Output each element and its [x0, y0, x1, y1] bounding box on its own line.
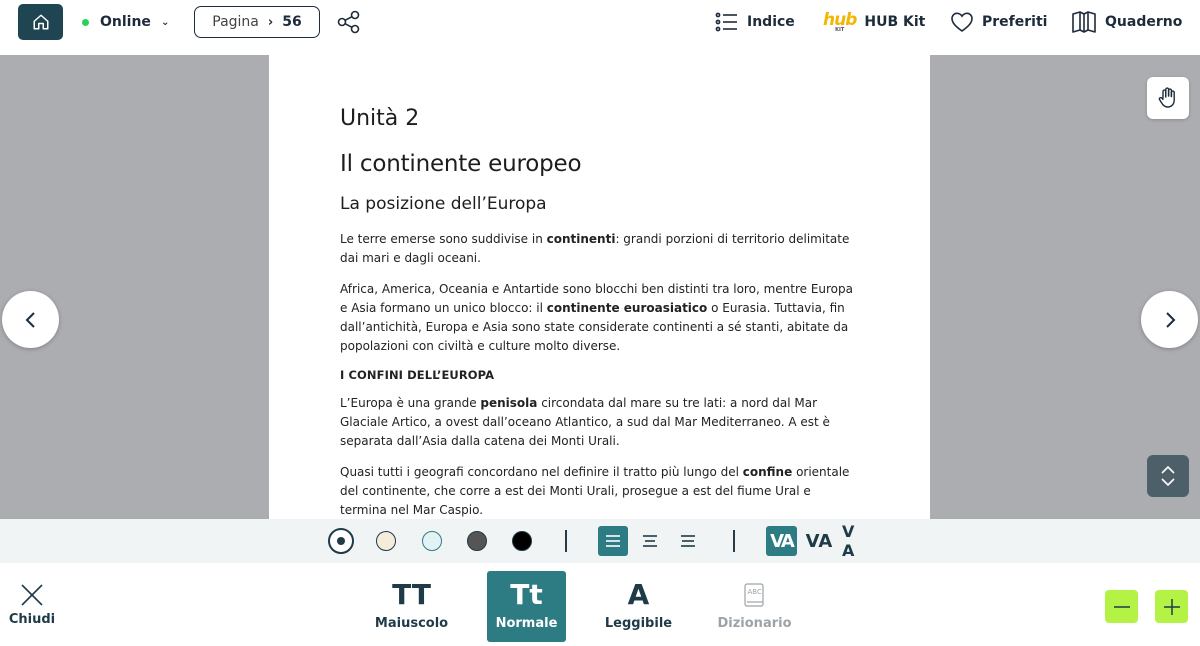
align-justify-button[interactable] [673, 526, 703, 556]
nav-indice-label: Indice [747, 14, 795, 30]
zoom-in-button[interactable] [1155, 590, 1188, 623]
nav-preferiti[interactable]: Preferiti [950, 8, 1047, 36]
svg-text:ABC: ABC [747, 588, 761, 596]
pan-tool-button[interactable] [1147, 77, 1189, 119]
font-normal-option[interactable]: Tt Normale [487, 571, 566, 642]
top-bar: Online ⌄ Pagina › 56 Indice hub KIT HUB … [0, 0, 1200, 55]
selected-indicator [337, 537, 345, 545]
section-title: La posizione dell’Europa [340, 194, 547, 214]
previous-page-button[interactable] [2, 291, 59, 348]
font-normal-label: Normale [495, 616, 558, 631]
plus-icon [1163, 598, 1180, 615]
nav-hubkit[interactable]: hub KIT HUB Kit [823, 8, 925, 36]
letter-spacing-normal-button[interactable]: VA [805, 526, 833, 556]
zoom-out-button[interactable] [1105, 590, 1138, 623]
chevron-down-icon: ⌄ [160, 16, 170, 28]
share-icon[interactable] [336, 9, 362, 35]
font-uppercase-option[interactable]: TT Maiuscolo [372, 571, 451, 642]
unit-heading: Unità 2 [340, 106, 420, 131]
close-button[interactable]: Chiudi [8, 582, 56, 627]
reading-settings-bar: VA VA V A [0, 519, 1200, 563]
divider [733, 530, 735, 552]
align-center-button[interactable] [635, 526, 665, 556]
font-readable-label: Leggibile [604, 616, 673, 631]
divider [565, 530, 567, 552]
chevron-left-icon [25, 311, 35, 328]
chevron-right-icon [1165, 311, 1175, 328]
chapter-title: Il continente europeo [340, 151, 582, 177]
hand-icon [1158, 87, 1175, 108]
hubkit-logo: hub KIT [823, 9, 857, 33]
home-button[interactable] [18, 4, 63, 40]
background-swatch-dark-grey[interactable] [467, 531, 487, 551]
font-normal-glyph: Tt [510, 578, 543, 611]
bottom-bar: Chiudi TT Maiuscolo Tt Normale A Leggibi… [0, 563, 1200, 646]
font-uppercase-glyph: TT [392, 578, 431, 611]
letter-spacing-tight-button[interactable]: VA [766, 526, 797, 556]
paragraph: Le terre emerse sono suddivise in contin… [340, 232, 850, 265]
hub-logo-sub: KIT [835, 26, 845, 33]
book-page: Unità 2 Il continente europeo La posizio… [269, 55, 930, 519]
page-number: 56 [282, 14, 302, 30]
font-readable-glyph: A [627, 578, 650, 611]
nav-preferiti-label: Preferiti [982, 14, 1048, 30]
next-page-button[interactable] [1141, 291, 1198, 348]
background-swatch-light-blue[interactable] [422, 531, 442, 551]
status-label: Online [100, 14, 151, 30]
scroll-mode-button[interactable] [1147, 455, 1189, 497]
letter-spacing-wide-button[interactable]: V A [842, 522, 872, 560]
dictionary-icon: ABC [743, 583, 764, 607]
status-dot [82, 18, 89, 26]
align-left-button[interactable] [598, 526, 628, 556]
close-label: Chiudi [8, 612, 56, 627]
dictionary-option[interactable]: ABC Dizionario [715, 571, 794, 642]
subheading: I CONFINI DELL’EUROPA [340, 368, 495, 382]
background-swatch-white[interactable] [328, 528, 354, 554]
hub-logo-text: hub [823, 9, 857, 30]
align-justify-icon [681, 535, 695, 547]
font-readable-option[interactable]: A Leggibile [599, 571, 678, 642]
connection-status-dropdown[interactable]: Online ⌄ [82, 12, 169, 32]
reader-area: Unità 2 Il continente europeo La posizio… [0, 55, 1200, 519]
heart-icon [951, 12, 973, 32]
nav-hubkit-label: HUB Kit [864, 14, 926, 30]
minus-icon [1113, 605, 1130, 608]
nav-quaderno-label: Quaderno [1105, 14, 1183, 30]
dictionary-label: Dizionario [717, 616, 792, 631]
font-uppercase-label: Maiuscolo [374, 616, 449, 631]
chevron-up-down-icon [1161, 465, 1175, 487]
paragraph: L’Europa è una grande penisola circondat… [340, 396, 830, 448]
close-icon [21, 584, 43, 606]
book-icon [1072, 11, 1096, 33]
list-icon [715, 12, 737, 32]
nav-quaderno[interactable]: Quaderno [1071, 8, 1182, 36]
paragraph: Africa, America, Oceania e Antartide son… [340, 282, 853, 353]
align-left-icon [606, 535, 620, 547]
page-selector[interactable]: Pagina › 56 [194, 6, 320, 38]
background-swatch-black[interactable] [512, 531, 532, 551]
nav-indice[interactable]: Indice [715, 8, 795, 36]
page-label: Pagina [212, 14, 259, 30]
paragraph: Quasi tutti i geografi concordano nel de… [340, 465, 850, 517]
chevron-right-icon: › [267, 14, 274, 30]
align-center-icon [643, 535, 657, 547]
background-swatch-sepia[interactable] [376, 531, 396, 551]
home-icon [33, 14, 48, 30]
